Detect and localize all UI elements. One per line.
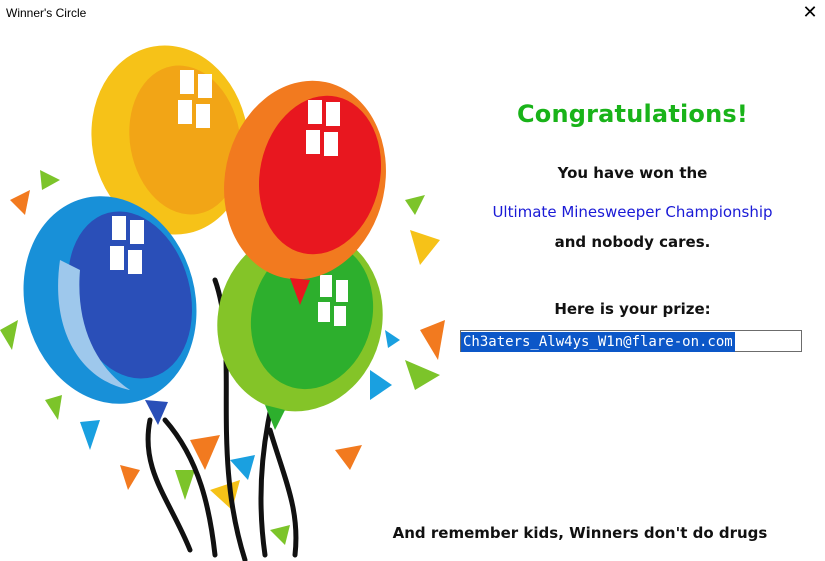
balloons-illustration bbox=[0, 45, 445, 561]
prize-label: Here is your prize: bbox=[554, 300, 711, 318]
championship-text: Ultimate Minesweeper Championship bbox=[492, 203, 773, 221]
footer-message: And remember kids, Winners don't do drug… bbox=[392, 524, 768, 542]
window-title: Winner's Circle bbox=[6, 6, 87, 20]
nobody-cares-text: and nobody cares. bbox=[554, 233, 711, 251]
close-icon[interactable]: ✕ bbox=[801, 4, 819, 22]
congratulations-heading: Congratulations! bbox=[516, 100, 749, 128]
prize-flag-value[interactable]: Ch3aters_Alw4ys_W1n@flare-on.com bbox=[461, 332, 735, 352]
title-bar: Winner's Circle ✕ bbox=[0, 0, 825, 30]
prize-panel: Congratulations! You have won the Ultima… bbox=[393, 30, 825, 561]
prize-flag-field[interactable]: Ch3aters_Alw4ys_W1n@flare-on.com bbox=[460, 330, 802, 352]
won-text: You have won the bbox=[557, 164, 708, 182]
